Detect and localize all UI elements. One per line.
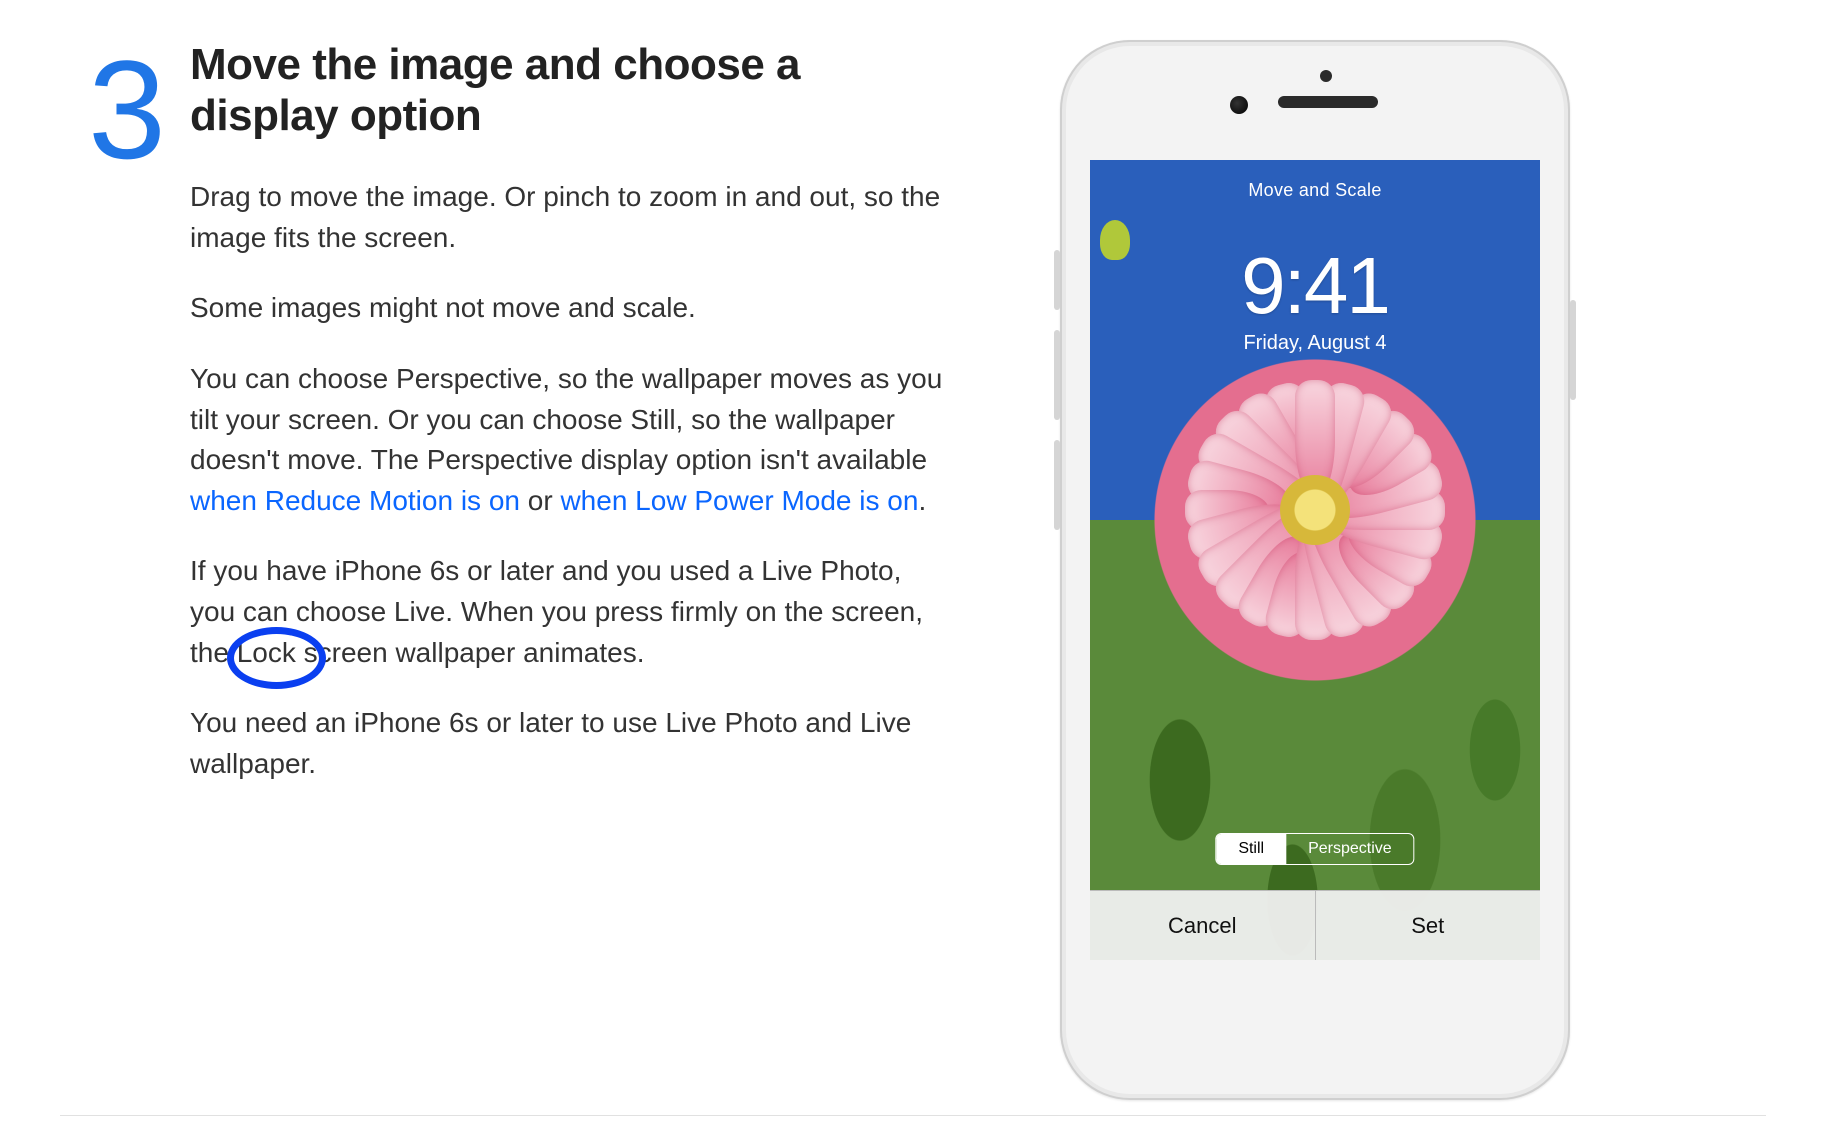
paragraph-3b-text: or	[520, 485, 560, 516]
paragraph-3c-text: .	[918, 485, 926, 516]
paragraph-4: If you have iPhone 6s or later and you u…	[190, 551, 950, 673]
earpiece-icon	[1278, 96, 1378, 108]
circled-annotation: Lock	[237, 633, 296, 674]
still-option[interactable]: Still	[1216, 834, 1286, 864]
phone-screen: Move and Scale 9:41 Friday, August 4 Sti…	[1090, 160, 1540, 960]
cancel-button[interactable]: Cancel	[1090, 890, 1315, 960]
lock-screen-time: 9:41	[1090, 240, 1540, 332]
step-heading: Move the image and choose a display opti…	[190, 40, 950, 141]
mute-switch-icon	[1054, 250, 1060, 310]
volume-down-button-icon	[1054, 440, 1060, 530]
front-camera-icon	[1230, 96, 1248, 114]
power-button-icon	[1570, 300, 1576, 400]
bottom-toolbar: Cancel Set	[1090, 890, 1540, 960]
paragraph-5: You need an iPhone 6s or later to use Li…	[190, 703, 950, 784]
paragraph-2: Some images might not move and scale.	[190, 288, 950, 329]
sensor-icon	[1320, 70, 1332, 82]
move-and-scale-label: Move and Scale	[1090, 180, 1540, 201]
display-option-segmented-control[interactable]: Still Perspective	[1215, 833, 1414, 865]
volume-up-button-icon	[1054, 330, 1060, 420]
iphone-mockup: Move and Scale 9:41 Friday, August 4 Sti…	[1060, 40, 1570, 1100]
paragraph-3: You can choose Perspective, so the wallp…	[190, 359, 950, 521]
set-button[interactable]: Set	[1315, 890, 1541, 960]
flower-icon	[1165, 360, 1465, 660]
divider	[60, 1115, 1766, 1116]
low-power-mode-link[interactable]: when Low Power Mode is on	[560, 485, 918, 516]
perspective-option[interactable]: Perspective	[1286, 834, 1414, 864]
reduce-motion-link[interactable]: when Reduce Motion is on	[190, 485, 520, 516]
step-number: 3	[60, 40, 190, 814]
paragraph-1: Drag to move the image. Or pinch to zoom…	[190, 177, 950, 258]
paragraph-3a-text: You can choose Perspective, so the wallp…	[190, 363, 942, 475]
paragraph-4b-text: screen wallpaper animates.	[296, 637, 645, 668]
lock-screen-date: Friday, August 4	[1090, 332, 1540, 355]
